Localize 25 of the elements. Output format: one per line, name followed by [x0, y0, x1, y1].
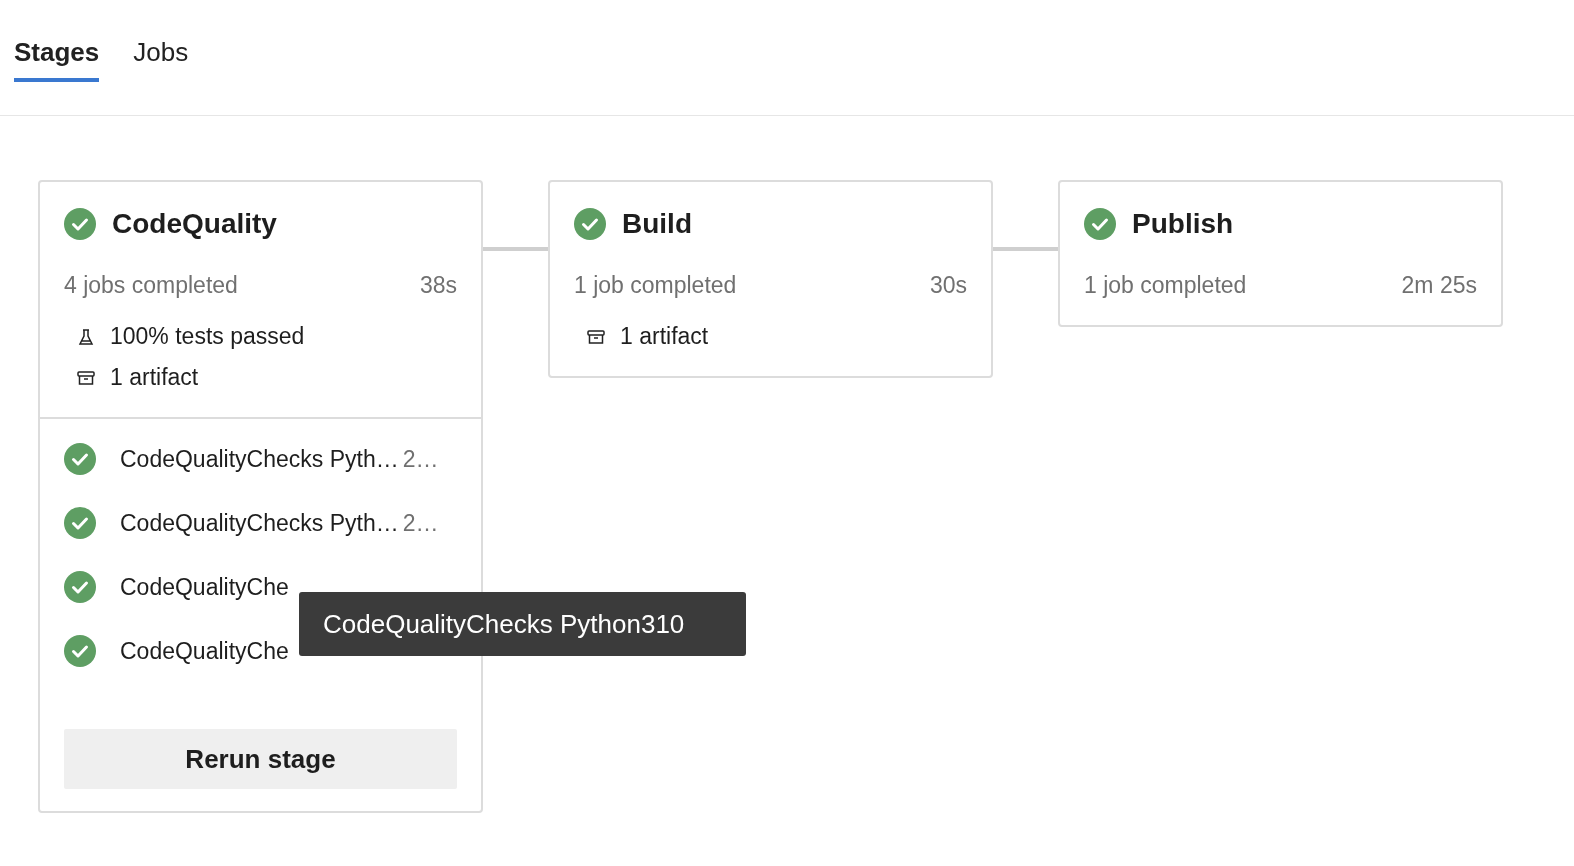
- stage-card[interactable]: Publish 1 job completed 2m 25s: [1058, 180, 1503, 327]
- stage-title: Build: [622, 208, 692, 240]
- stage-card[interactable]: Build 1 job completed 30s 1 artifact: [548, 180, 993, 378]
- detail-text: 1 artifact: [110, 364, 199, 391]
- stage-duration: 30s: [929, 272, 967, 299]
- stage-title: CodeQuality: [112, 208, 277, 240]
- jobs-summary: 4 jobs completed: [64, 272, 238, 299]
- job-duration: 2…: [402, 445, 439, 473]
- rerun-stage-button[interactable]: Rerun stage: [64, 729, 457, 789]
- job-name[interactable]: CodeQualityChe: [120, 637, 289, 665]
- detail-text: 100% tests passed: [110, 323, 305, 350]
- jobs-summary: 1 job completed: [1084, 272, 1247, 299]
- tab[interactable]: Jobs: [133, 0, 189, 82]
- jobs-summary: 1 job completed: [574, 272, 737, 299]
- job-name[interactable]: CodeQualityChecks Pyth…: [120, 509, 399, 537]
- job-name[interactable]: CodeQualityChecks Pyth…: [120, 445, 399, 473]
- stage-duration: 2m 25s: [1401, 272, 1477, 299]
- tooltip: CodeQualityChecks Python310: [299, 592, 746, 656]
- stage-title: Publish: [1132, 208, 1234, 240]
- flask-icon: [76, 326, 96, 347]
- detail-text: 1 artifact: [620, 323, 709, 350]
- stage-duration: 38s: [419, 272, 457, 299]
- tab[interactable]: Stages: [14, 0, 100, 82]
- job-duration: 2…: [402, 509, 439, 537]
- job-name[interactable]: CodeQualityChe: [120, 573, 289, 601]
